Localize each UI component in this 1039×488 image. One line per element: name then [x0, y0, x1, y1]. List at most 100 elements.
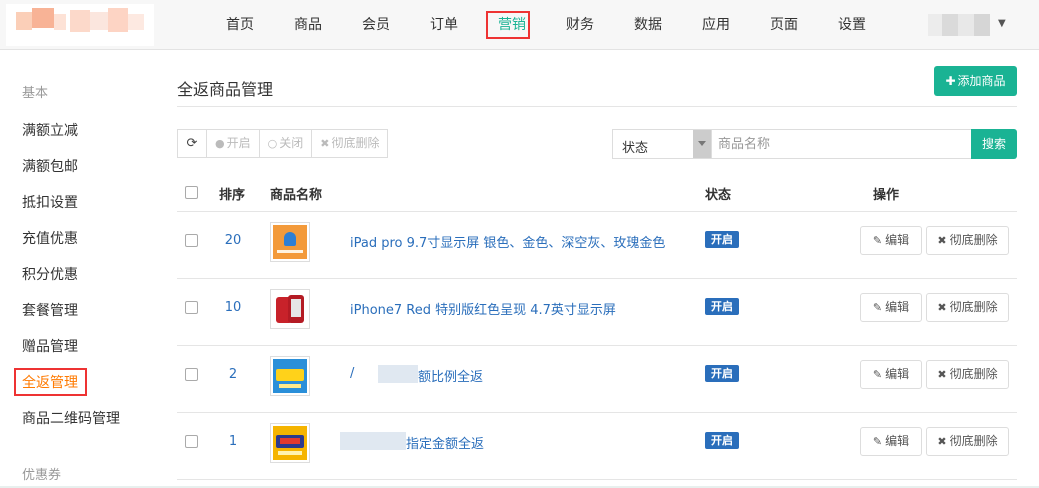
nav-data[interactable]: 数据	[614, 0, 682, 50]
nav-pages-label: 页面	[770, 17, 798, 33]
nav-finance-label: 财务	[566, 17, 594, 33]
status-select-value: 状态	[622, 141, 649, 156]
dot-icon: ●	[215, 137, 225, 150]
edit-icon: ✎	[872, 435, 883, 448]
delete-button[interactable]: ✖ 彻底删除	[926, 427, 1009, 456]
chevron-down-icon[interactable]	[693, 130, 711, 158]
main-nav: 首页 商品 会员 订单 营销 财务 数据 应用 页面 设置	[206, 0, 886, 50]
nav-apps-label: 应用	[702, 17, 730, 33]
sidebar-item-free-shipping[interactable]: 满额包邮	[22, 156, 78, 176]
user-menu[interactable]	[928, 14, 990, 36]
column-header-status: 状态	[705, 188, 732, 203]
product-name-link[interactable]: 额比例全返	[418, 366, 483, 385]
refresh-icon: ⟳	[186, 136, 198, 151]
sidebar-group-basic: 基本	[22, 86, 49, 101]
delete-label: 彻底删除	[949, 233, 998, 247]
status-badge: 开启	[705, 298, 739, 315]
nav-members[interactable]: 会员	[342, 0, 410, 50]
column-header-name: 商品名称	[270, 188, 323, 203]
delete-label: 彻底删除	[949, 367, 998, 381]
delete-button[interactable]: ✖ 彻底删除	[926, 226, 1009, 255]
product-thumbnail	[270, 356, 310, 396]
row-checkbox[interactable]	[185, 435, 198, 448]
sidebar-item-deduction[interactable]: 抵扣设置	[22, 192, 78, 212]
edit-button[interactable]: ✎ 编辑	[860, 427, 922, 456]
edit-button[interactable]: ✎ 编辑	[860, 360, 922, 389]
edit-icon: ✎	[872, 234, 883, 247]
search-button[interactable]: 搜索	[971, 129, 1017, 159]
sidebar-item-qrcode[interactable]: 商品二维码管理	[22, 408, 120, 428]
page-title: 全返商品管理	[177, 80, 274, 99]
delete-button[interactable]: ✖ 彻底删除	[926, 293, 1009, 322]
enable-label: 开启	[226, 136, 251, 150]
disable-label: 关闭	[279, 136, 304, 150]
edit-icon: ✎	[872, 301, 883, 314]
sidebar-item-full-reduction[interactable]: 满额立减	[22, 120, 78, 140]
divider	[177, 106, 1017, 107]
row-checkbox[interactable]	[185, 234, 198, 247]
select-all-checkbox[interactable]	[185, 186, 198, 199]
sidebar-item-packages[interactable]: 套餐管理	[22, 300, 78, 320]
nav-marketing[interactable]: 营销	[478, 0, 546, 50]
table-row: 10 iPhone7 Red 特别版红色呈现 4.7英寸显示屏 开启 ✎ 编辑 ✖…	[177, 279, 1017, 346]
nav-settings-label: 设置	[838, 17, 866, 33]
nav-goods[interactable]: 商品	[274, 0, 342, 50]
delete-button[interactable]: ✖ 彻底删除	[926, 360, 1009, 389]
status-select[interactable]: 状态	[612, 129, 712, 159]
row-sort: 10	[224, 300, 242, 315]
status-badge: 开启	[705, 432, 739, 449]
sidebar: 基本 满额立减 满额包邮 抵扣设置 充值优惠 积分优惠 套餐管理 赠品管理 全返…	[0, 51, 150, 488]
row-checkbox[interactable]	[185, 301, 198, 314]
table-header: 排序 商品名称 状态 操作	[177, 170, 1017, 212]
nav-home[interactable]: 首页	[206, 0, 274, 50]
nav-goods-label: 商品	[294, 17, 322, 33]
nav-home-label: 首页	[226, 17, 254, 33]
sidebar-group-coupons[interactable]: 优惠券	[22, 464, 61, 483]
product-name-link[interactable]: iPad pro 9.7寸显示屏 银色、金色、深空灰、玫瑰金色	[350, 232, 665, 251]
status-badge: 开启	[705, 365, 739, 382]
caret-down-icon[interactable]: ▼	[998, 18, 1006, 29]
column-header-actions: 操作	[873, 188, 900, 203]
edit-button[interactable]: ✎ 编辑	[860, 293, 922, 322]
delete-selected-button[interactable]: ✖ 彻底删除	[311, 129, 389, 158]
sidebar-item-gifts[interactable]: 赠品管理	[22, 336, 78, 356]
nav-data-label: 数据	[634, 17, 662, 33]
top-bar: 首页 商品 会员 订单 营销 财务 数据 应用 页面 设置 ▼	[0, 0, 1039, 50]
add-product-button[interactable]: ✚ 添加商品	[934, 66, 1017, 96]
product-thumbnail	[270, 423, 310, 463]
enable-button[interactable]: ● 开启	[206, 129, 260, 158]
product-name-prefix: /	[350, 366, 355, 381]
nav-pages[interactable]: 页面	[750, 0, 818, 50]
product-thumbnail	[270, 222, 310, 262]
close-icon: ✖	[320, 137, 330, 150]
search-input[interactable]	[711, 129, 972, 159]
product-thumbnail	[270, 289, 310, 329]
close-icon: ✖	[937, 301, 947, 314]
edit-label: 编辑	[885, 367, 910, 381]
nav-orders[interactable]: 订单	[410, 0, 478, 50]
nav-apps[interactable]: 应用	[682, 0, 750, 50]
sidebar-item-points[interactable]: 积分优惠	[22, 264, 78, 284]
sidebar-item-recharge[interactable]: 充值优惠	[22, 228, 78, 248]
nav-members-label: 会员	[362, 17, 390, 33]
table-row: 2 / 额比例全返 开启 ✎ 编辑 ✖ 彻底删除	[177, 346, 1017, 413]
disable-button[interactable]: ○ 关闭	[258, 129, 313, 158]
product-name-link[interactable]: 指定金额全返	[406, 433, 484, 452]
product-name-link[interactable]: iPhone7 Red 特别版红色呈现 4.7英寸显示屏	[350, 299, 616, 318]
logo[interactable]	[6, 4, 154, 46]
nav-settings[interactable]: 设置	[818, 0, 886, 50]
refresh-button[interactable]: ⟳	[177, 129, 207, 158]
close-icon: ✖	[937, 435, 947, 448]
table-row: 1 指定金额全返 开启 ✎ 编辑 ✖ 彻底删除	[177, 413, 1017, 480]
close-icon: ✖	[937, 368, 947, 381]
edit-button[interactable]: ✎ 编辑	[860, 226, 922, 255]
row-sort: 1	[228, 434, 238, 449]
column-header-sort[interactable]: 排序	[219, 184, 245, 203]
highlight-box	[486, 11, 530, 39]
add-product-label: 添加商品	[957, 74, 1006, 88]
edit-label: 编辑	[885, 300, 910, 314]
row-checkbox[interactable]	[185, 368, 198, 381]
sidebar-item-full-return[interactable]: 全返管理	[14, 368, 87, 396]
row-sort: 20	[224, 233, 242, 248]
nav-finance[interactable]: 财务	[546, 0, 614, 50]
